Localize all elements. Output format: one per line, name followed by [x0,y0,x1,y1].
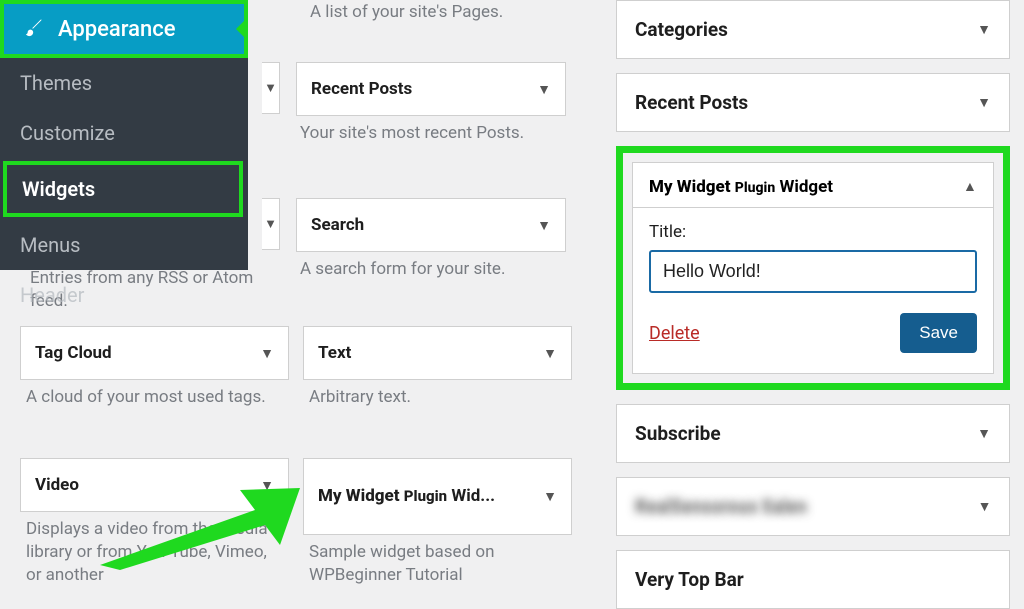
widget-search[interactable]: Search ▼ [296,198,566,252]
chevron-down-icon: ▼ [977,425,991,442]
paintbrush-icon [24,15,46,43]
widget-title: Text [318,343,351,363]
widgets-sidebar-area: Categories ▼ Recent Posts ▼ My Widget Pl… [616,0,1010,609]
sidebar-appearance-header[interactable]: Appearance [0,0,248,58]
panel-very-top-bar[interactable]: Very Top Bar [616,550,1010,609]
chevron-down-icon: ▼ [978,498,991,515]
sidebar-item-themes[interactable]: Themes [0,58,248,108]
sidebar-item-widgets[interactable]: Widgets [3,161,243,217]
widget-tag-cloud[interactable]: Tag Cloud ▼ [20,326,289,380]
pages-widget-desc: A list of your site's Pages. [310,2,570,22]
appearance-label: Appearance [58,17,176,42]
sidebar-item-menus[interactable]: Menus [0,220,248,270]
panel-label: Very Top Bar [635,568,744,591]
custom-widget-title: My Widget Plugin Widget [649,177,833,197]
chevron-up-icon: ▼ [963,179,977,196]
partial-widget-caret-2[interactable]: ▼ [262,198,280,250]
chevron-down-icon: ▼ [543,345,557,362]
custom-widget-body: Title: Delete Save [632,208,994,374]
panel-label: Recent Posts [635,91,748,114]
chevron-down-icon: ▼ [543,488,557,505]
my-widget-desc: Sample widget based on WPBeginner Tutori… [303,535,572,607]
chevron-down-icon: ▼ [537,81,551,98]
panel-label: Subscribe [635,422,721,445]
widget-title: My Widget Plugin Wid... [318,486,495,506]
chevron-down-icon: ▼ [977,21,991,38]
panel-subscribe[interactable]: Subscribe ▼ [616,404,1010,463]
widget-my-plugin[interactable]: My Widget Plugin Wid... ▼ [303,458,572,535]
delete-widget-link[interactable]: Delete [649,323,700,344]
panel-categories[interactable]: Categories ▼ [616,0,1010,59]
widget-recent-posts[interactable]: Recent Posts ▼ [296,62,566,116]
sidebar-item-customize[interactable]: Customize [0,108,248,158]
widget-title: Tag Cloud [35,343,112,363]
chevron-down-icon: ▼ [977,94,991,111]
sidebar-item-header[interactable]: Header [0,270,248,311]
widget-title: Recent Posts [311,79,412,99]
widget-text[interactable]: Text ▼ [303,326,572,380]
admin-sidebar: Appearance Themes Customize Widgets Menu… [0,0,248,270]
widget-title: Search [311,215,364,235]
panel-recent-posts[interactable]: Recent Posts ▼ [616,73,1010,132]
save-button[interactable]: Save [900,313,977,353]
chevron-down-icon: ▼ [260,345,274,362]
panel-label: Categories [635,18,728,41]
text-widget-desc: Arbitrary text. [303,380,572,429]
search-desc: A search form for your site. [296,252,566,301]
annotation-arrow [80,470,300,570]
expanded-custom-widget: My Widget Plugin Widget ▼ Title: Delete … [616,146,1010,390]
custom-widget-header[interactable]: My Widget Plugin Widget ▼ [632,162,994,208]
widget-title-input[interactable] [649,250,977,293]
panel-blurred[interactable]: RealSensorous Salen ▼ [616,477,1010,536]
tag-cloud-desc: A cloud of your most used tags. [20,380,289,429]
widget-title: Video [35,475,79,495]
recent-posts-desc: Your site's most recent Posts. [296,116,566,165]
partial-widget-caret-1[interactable]: ▼ [262,62,280,114]
title-field-label: Title: [649,222,977,242]
panel-label: RealSensorous Salen [635,495,807,518]
chevron-down-icon: ▼ [537,217,551,234]
